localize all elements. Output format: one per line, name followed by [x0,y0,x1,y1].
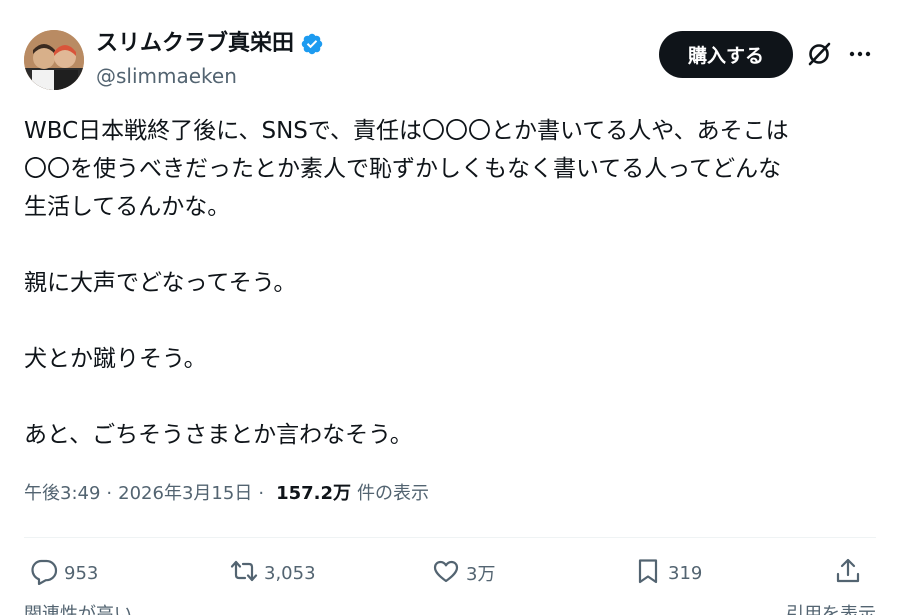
paragraph-break [24,226,884,264]
heart-icon [432,557,460,590]
paragraph-break [24,378,884,416]
repost-icon [230,557,258,590]
post-detail: スリムクラブ真栄田 @slimmaeken 購入する WBC日本戦終了後に、SN… [0,0,900,615]
avatar-image [24,30,84,90]
post-text-line: あと、ごちそうさまとか言わなそう。 [24,422,413,448]
post-date[interactable]: 2026年3月15日 [118,480,252,508]
author-name-row: スリムクラブ真栄田 [96,29,324,59]
share-icon [834,557,862,590]
view-quotes-link[interactable]: 引用を表示 [786,600,876,615]
post-text-line: 犬とか蹴りそう。 [24,346,207,372]
divider [24,537,876,538]
views-count: 157.2万 [276,483,351,504]
repost-count: 3,053 [264,562,316,584]
like-button[interactable]: 3万 [432,551,495,595]
reply-count: 953 [64,562,99,584]
meta-separator: · [106,483,113,504]
author-display-name[interactable]: スリムクラブ真栄田 [96,29,294,59]
post-text-line: 生活してるんかな。 [24,194,231,220]
more-options-icon[interactable] [846,40,874,68]
reply-icon [30,557,58,590]
views-label: 件の表示 [357,483,429,504]
post-text: WBC日本戦終了後に、SNSで、責任は〇〇〇とか書いてる人や、あそこは 〇〇を使… [24,112,884,454]
repost-button[interactable]: 3,053 [230,551,316,595]
reply-sort-selector[interactable]: 関連性が高い [24,600,132,615]
bookmark-button[interactable]: 319 [634,551,702,595]
reply-button[interactable]: 953 [30,551,98,595]
like-count: 3万 [466,564,496,585]
post-text-line: 親に大声でどなってそう。 [24,270,297,296]
bookmark-count: 319 [668,562,703,584]
paragraph-break [24,302,884,340]
replies-toolbar: 関連性が高い 引用を表示 [24,600,876,615]
buy-button[interactable]: 購入する [659,31,793,78]
avatar[interactable] [24,30,84,90]
meta-separator: · [258,483,265,504]
post-text-line: 〇〇を使うべきだったとか素人で恥ずかしくもなく書いてる人ってどんな [24,156,782,182]
grok-icon[interactable] [805,40,833,68]
verified-badge-icon [300,32,324,56]
share-button[interactable] [834,551,862,595]
post-meta: 午後3:49 · 2026年3月15日 · 157.2万 件の表示 [24,480,429,508]
author-handle[interactable]: @slimmaeken [96,63,237,89]
post-time[interactable]: 午後3:49 [24,480,100,508]
post-text-line: WBC日本戦終了後に、SNSで、責任は〇〇〇とか書いてる人や、あそこは [24,118,789,144]
action-bar: 953 3,053 3万 319 [24,551,876,595]
bookmark-icon [634,557,662,590]
